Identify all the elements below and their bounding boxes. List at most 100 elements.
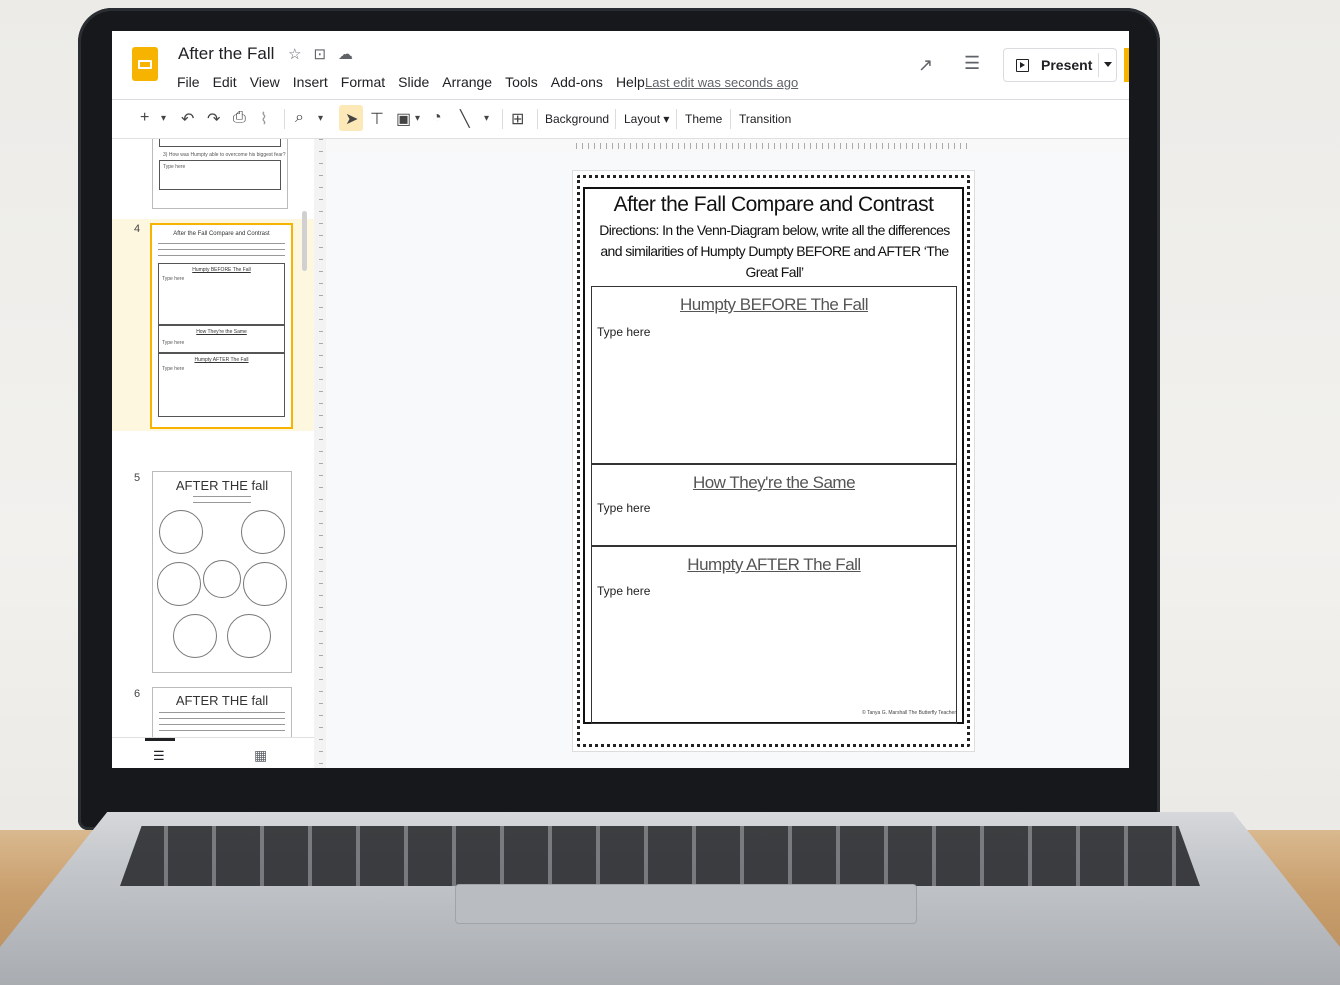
grid-view-icon[interactable]: ▦ <box>254 747 267 764</box>
new-slide-dropdown-icon[interactable]: ▾ <box>161 113 166 124</box>
activity-dashboard-icon[interactable]: ↗ <box>918 55 933 76</box>
present-button[interactable]: Present <box>1003 48 1117 82</box>
thumb-text-line <box>159 724 285 725</box>
present-dropdown-icon[interactable] <box>1104 62 1112 67</box>
menu-insert[interactable]: Insert <box>293 74 328 90</box>
theme-button[interactable]: Theme <box>685 112 722 126</box>
toolbar-separator <box>284 109 285 129</box>
view-active-indicator <box>145 738 175 741</box>
comments-icon[interactable]: ☰ <box>964 53 980 74</box>
thumb-section-heading: Humpty BEFORE The Fall <box>192 267 251 273</box>
filmstrip-scrollbar[interactable] <box>302 211 307 271</box>
toolbar-separator <box>502 109 503 129</box>
laptop-trackpad <box>455 884 917 924</box>
thumb-circle <box>227 614 271 658</box>
thumb-circle <box>159 510 203 554</box>
thumb-circle <box>157 562 201 606</box>
toolbar-separator <box>615 109 616 129</box>
slide-directions[interactable]: Directions: In the Venn-Diagram below, w… <box>587 220 962 283</box>
thumb-title: AFTER THE fall <box>175 478 269 493</box>
laptop-screen: After the Fall ☆ ⊡ ☁ File Edit View Inse… <box>112 31 1129 768</box>
slide-thumbnail-4[interactable]: After the Fall Compare and Contrast Hump… <box>150 223 293 429</box>
background-button[interactable]: Background <box>545 112 609 126</box>
thumb-text-line <box>193 502 251 503</box>
star-icon[interactable]: ☆ <box>288 45 301 63</box>
paint-format-icon[interactable]: ⌇ <box>260 109 268 129</box>
zoom-icon[interactable]: ⌕ <box>295 109 304 127</box>
new-slide-icon[interactable]: + <box>140 109 149 127</box>
zoom-dropdown-icon[interactable]: ▾ <box>318 113 323 124</box>
thumb-section-heading: How They're the Same <box>196 329 247 335</box>
select-cursor-icon[interactable]: ➤ <box>345 109 358 129</box>
present-play-icon <box>1016 58 1029 72</box>
menu-view[interactable]: View <box>250 74 280 90</box>
thumb-box: Type here <box>159 160 281 190</box>
slide-thumbnail-3[interactable]: 3) How was Humpty able to overcome his b… <box>152 139 288 209</box>
menu-addons[interactable]: Add-ons <box>551 74 603 90</box>
thumb-text-line <box>158 243 285 244</box>
slide-title[interactable]: After the Fall Compare and Contrast <box>585 193 962 217</box>
thumb-box <box>159 139 281 147</box>
toolbar: + ▾ ↶ ↷ ⎙ ⌇ ⌕ ▾ ➤ ⊤ ▣ ▾ ◔ ╲ ▾ ⊞ Backgrou… <box>112 100 1129 138</box>
laptop-keyboard <box>120 826 1200 886</box>
menu-format[interactable]: Format <box>341 74 385 90</box>
shape-icon[interactable]: ◔ <box>432 109 442 127</box>
menu-help[interactable]: Help <box>616 74 645 90</box>
section-how-same: How They're the Same Type here <box>591 464 957 546</box>
menu-tools[interactable]: Tools <box>505 74 538 90</box>
current-slide[interactable]: After the Fall Compare and Contrast Dire… <box>573 171 974 751</box>
layout-button[interactable]: Layout ▾ <box>624 112 669 126</box>
slide-thumbnail-5[interactable]: AFTER THE fall <box>152 471 292 673</box>
menu-edit[interactable]: Edit <box>213 74 237 90</box>
slide-copyright: © Tanya G. Marshall The Butterfly Teache… <box>861 710 956 716</box>
line-icon[interactable]: ╲ <box>460 109 470 129</box>
image-dropdown-icon[interactable]: ▾ <box>415 113 420 124</box>
slide-number: 6 <box>134 688 141 700</box>
menu-bar: File Edit View Insert Format Slide Arran… <box>177 74 645 90</box>
thumb-circle <box>241 510 285 554</box>
menu-file[interactable]: File <box>177 74 200 90</box>
share-button-edge[interactable] <box>1124 48 1129 82</box>
thumb-text-line <box>158 255 285 256</box>
filmstrip-view-switcher: ☰ ▦ <box>112 737 314 768</box>
last-edit-link[interactable]: Last edit was seconds ago <box>645 75 798 90</box>
move-to-folder-icon[interactable]: ⊡ <box>313 45 326 63</box>
thumb-text-line <box>193 496 251 497</box>
line-dropdown-icon[interactable]: ▾ <box>484 113 489 124</box>
print-icon[interactable]: ⎙ <box>233 109 246 127</box>
thumb-section-heading: Humpty AFTER The Fall <box>194 357 249 363</box>
redo-icon[interactable]: ↷ <box>207 109 220 129</box>
present-separator <box>1098 53 1099 77</box>
title-icons: ☆ ⊡ ☁ <box>288 45 353 63</box>
add-comment-icon[interactable]: ⊞ <box>511 109 524 129</box>
type-here-textbox[interactable]: Type here <box>597 584 650 598</box>
thumb-title: AFTER THE fall <box>175 693 269 708</box>
slide-inner-frame: After the Fall Compare and Contrast Dire… <box>583 187 964 724</box>
type-here-textbox[interactable]: Type here <box>597 501 650 515</box>
section-after-the-fall: Humpty AFTER The Fall Type here <box>591 546 957 724</box>
thumb-title: After the Fall Compare and Contrast <box>173 231 270 237</box>
thumb-circle <box>243 562 287 606</box>
type-here-textbox[interactable]: Type here <box>597 325 650 339</box>
document-title[interactable]: After the Fall <box>178 44 274 64</box>
undo-icon[interactable]: ↶ <box>181 109 194 129</box>
thumb-text-line <box>159 712 285 713</box>
section-before-the-fall: Humpty BEFORE The Fall Type here <box>591 286 957 464</box>
menu-arrange[interactable]: Arrange <box>442 74 492 90</box>
thumb-prompt: 3) How was Humpty able to overcome his b… <box>163 152 286 158</box>
transition-button[interactable]: Transition <box>739 112 791 126</box>
present-label: Present <box>1041 57 1093 73</box>
filmstrip-view-icon[interactable]: ☰ <box>153 748 165 764</box>
cloud-status-icon[interactable]: ☁ <box>338 45 353 63</box>
thumb-type-here: Type here <box>162 276 185 282</box>
toolbar-separator <box>537 109 538 129</box>
thumb-circle <box>203 560 241 598</box>
menu-slide[interactable]: Slide <box>398 74 429 90</box>
text-box-icon[interactable]: ⊤ <box>370 109 384 129</box>
slides-app-icon[interactable] <box>132 47 158 81</box>
slide-number: 4 <box>134 223 141 235</box>
section-heading: How They're the Same <box>692 473 856 492</box>
toolbar-separator <box>730 109 731 129</box>
insert-image-icon[interactable]: ▣ <box>396 109 411 129</box>
slide-number: 5 <box>134 472 141 484</box>
